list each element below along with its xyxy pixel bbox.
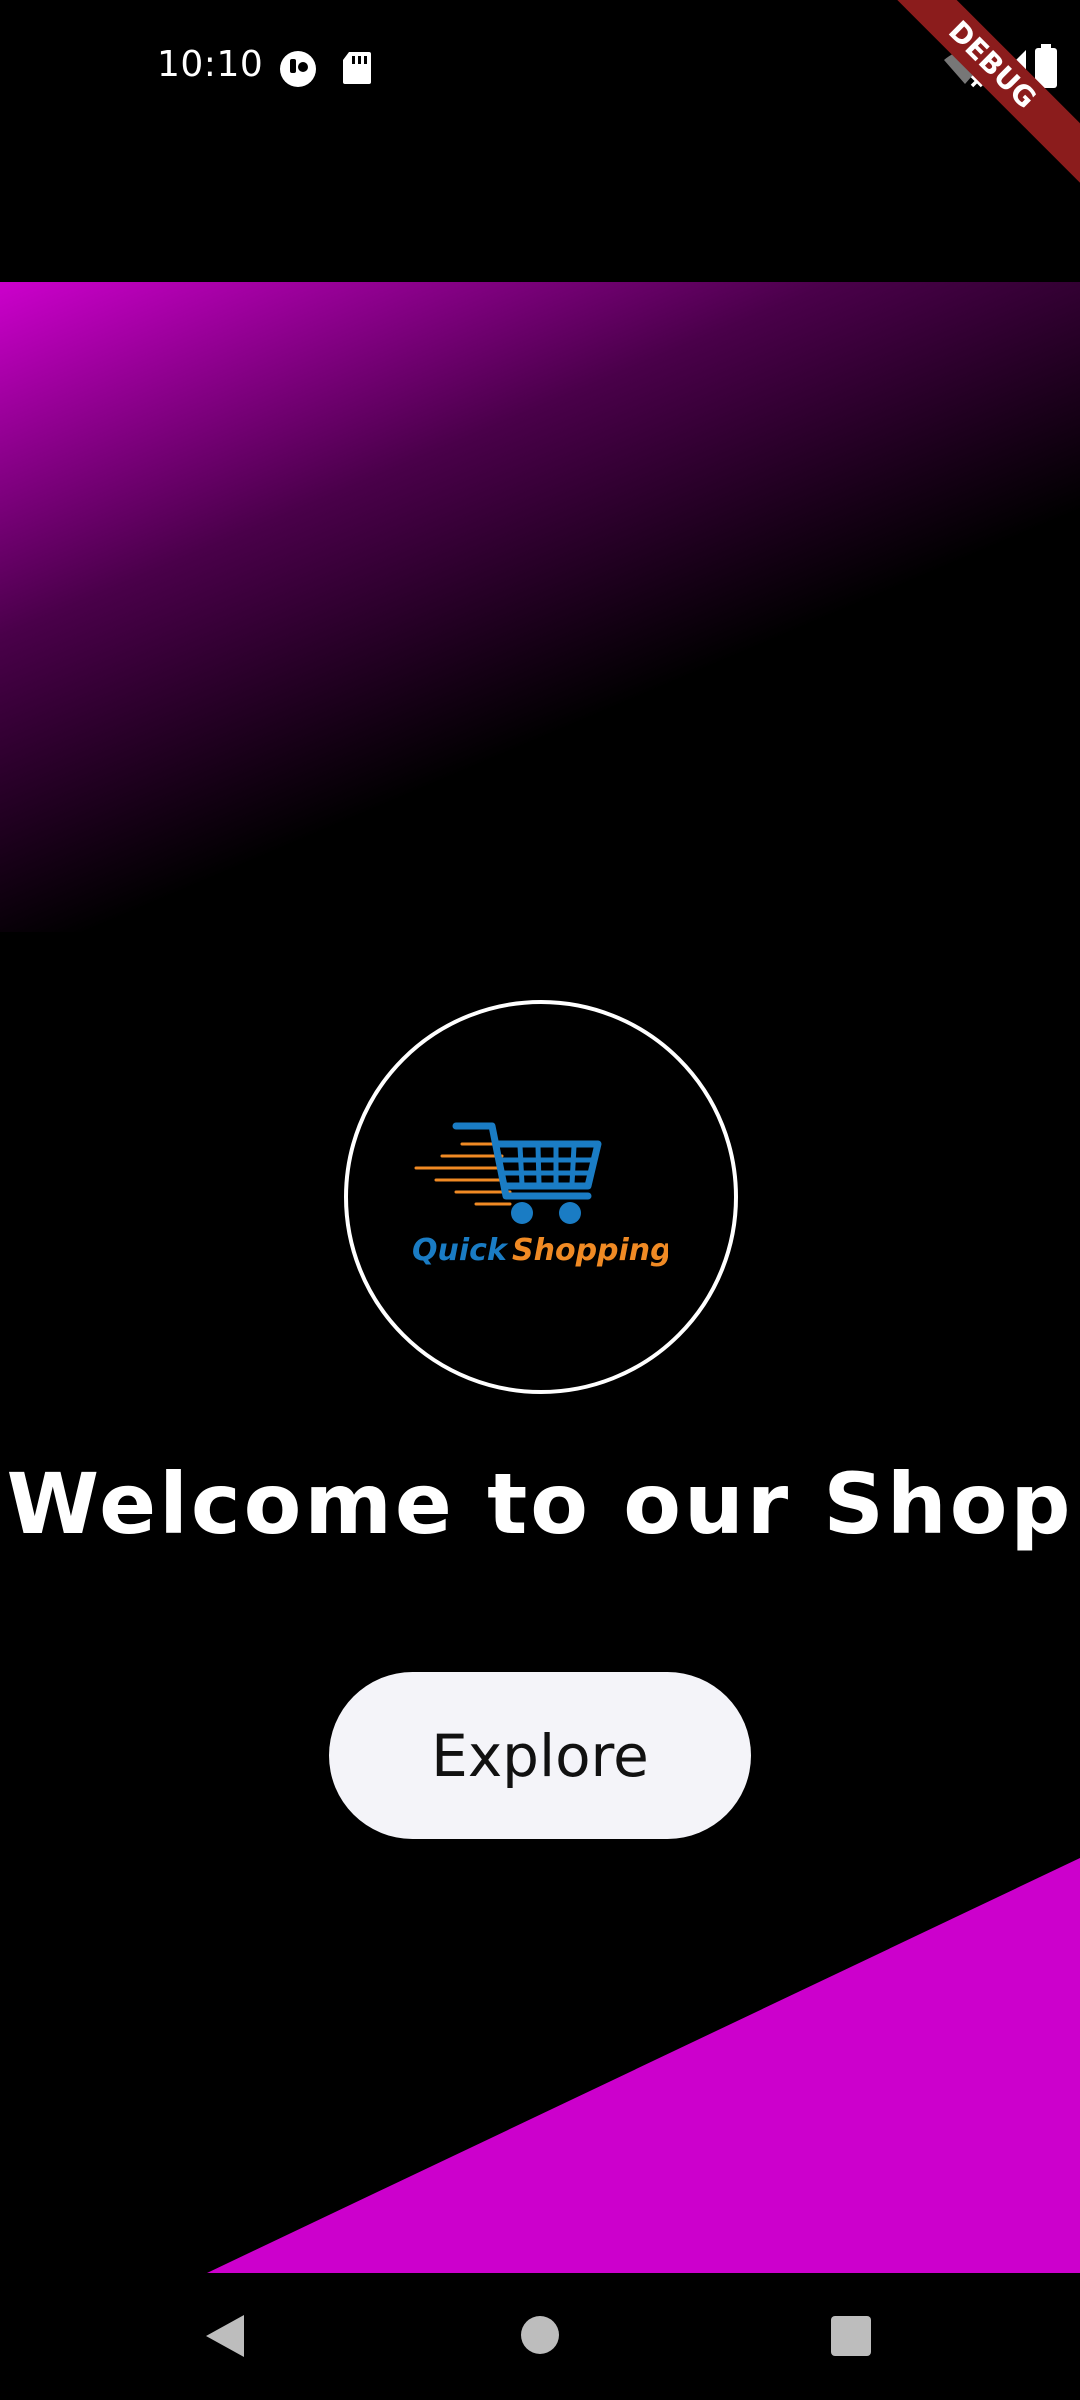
sd-card-icon bbox=[343, 52, 371, 84]
recents-icon[interactable] bbox=[830, 2315, 872, 2357]
status-time: 10:10 bbox=[157, 44, 264, 85]
explore-button[interactable]: Explore bbox=[329, 1672, 751, 1839]
welcome-screen: 10:10 DEBUG Quick Shopping Welcome to ou… bbox=[0, 0, 1080, 2400]
back-icon[interactable] bbox=[204, 2313, 246, 2359]
home-icon[interactable] bbox=[520, 2315, 560, 2355]
logo-word-shopping: Shopping bbox=[512, 1233, 668, 1268]
quick-shopping-logo: Quick Shopping bbox=[412, 1122, 668, 1268]
bottom-triangle-decoration bbox=[207, 1858, 1080, 2273]
logo-word-quick: Quick bbox=[412, 1233, 509, 1268]
navigation-bar bbox=[0, 2273, 1080, 2400]
notification-icon bbox=[280, 51, 316, 87]
top-gradient-decoration bbox=[0, 282, 1080, 932]
welcome-title: Welcome to our Shop bbox=[6, 1455, 1074, 1553]
